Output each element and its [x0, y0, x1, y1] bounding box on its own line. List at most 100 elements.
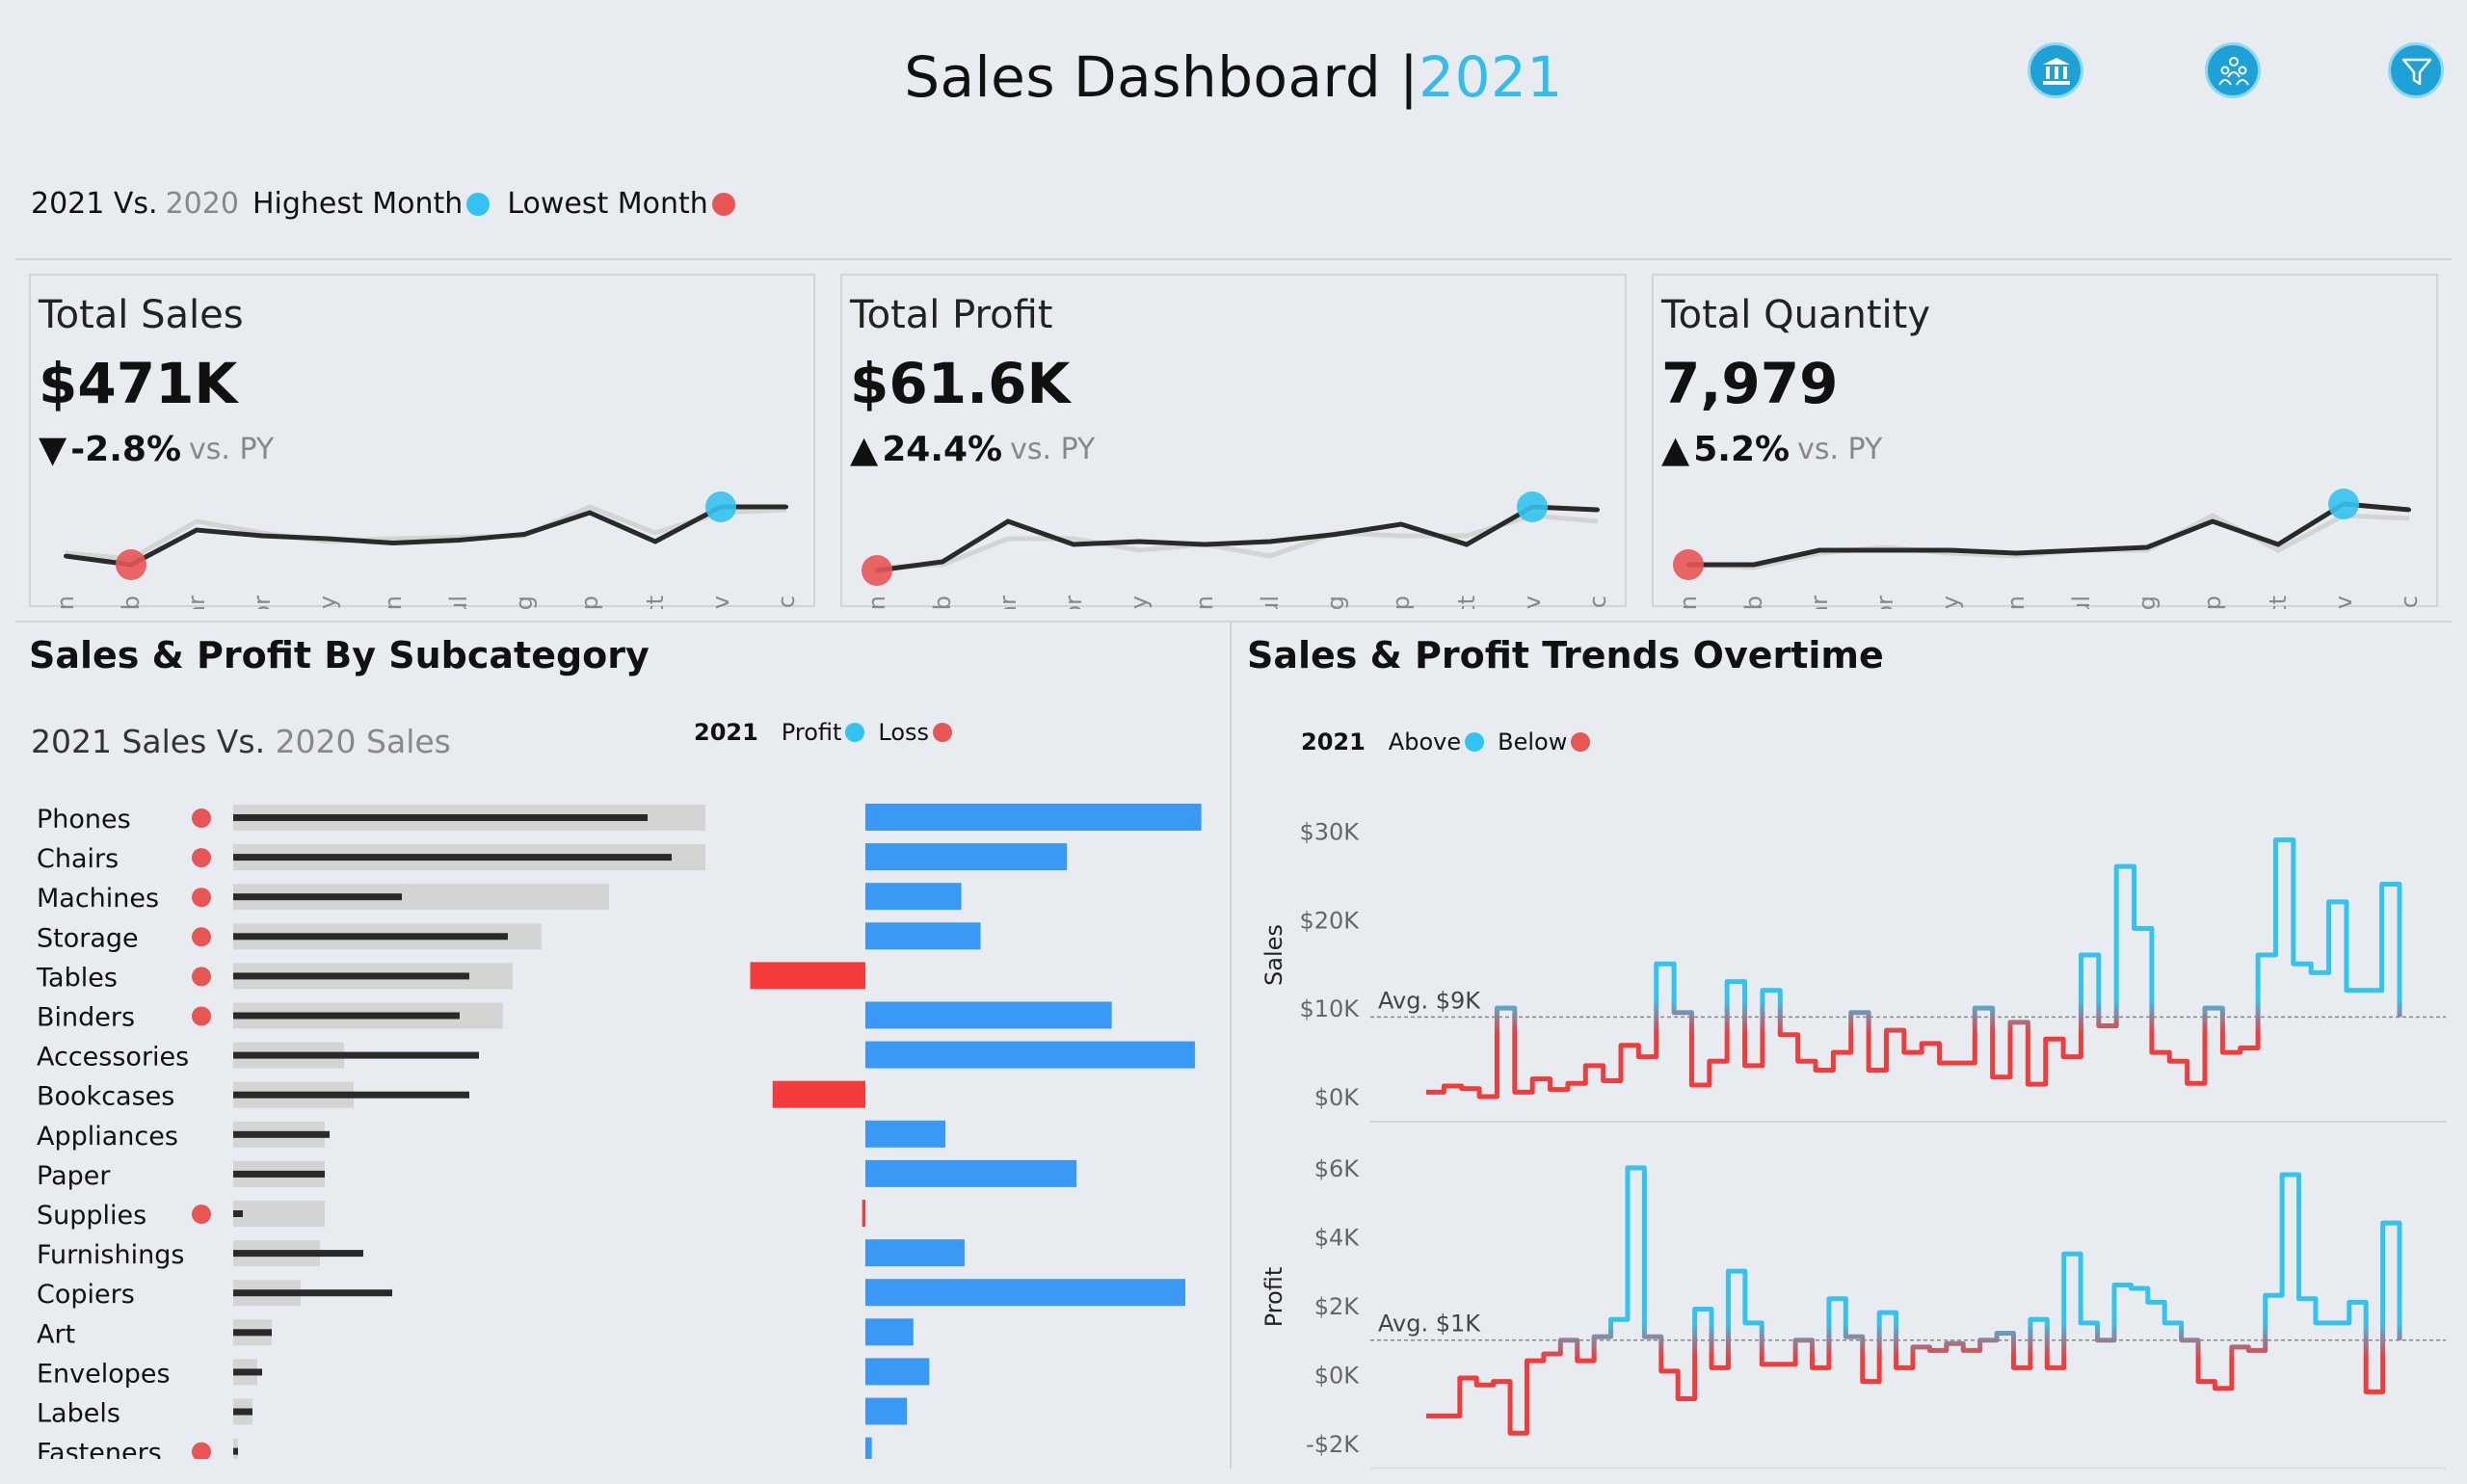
sales-2021-bar — [233, 1170, 325, 1178]
y-tick-label: -$2K — [1306, 1431, 1360, 1458]
month-tick-label: Nov — [707, 596, 734, 609]
subcategory-subtitle: 2021 Sales Vs. 2020 Sales — [31, 723, 451, 760]
people-icon[interactable] — [2205, 42, 2261, 98]
month-tick-label: Aug — [1322, 596, 1349, 609]
y-tick-label: $0K — [1314, 1084, 1361, 1111]
current-year-line — [876, 504, 1599, 573]
profit-bar — [865, 1318, 914, 1346]
month-tick-label: May — [1937, 596, 1964, 609]
filter-icon[interactable] — [2388, 42, 2444, 98]
month-tick-label: Jun — [1191, 596, 1218, 609]
kpi-change-vs: vs. PY — [1797, 432, 1883, 466]
below-2020-marker — [192, 808, 211, 828]
sales-2021-bar — [233, 854, 672, 861]
subtitle-previous: 2020 Sales — [275, 723, 451, 760]
highest-month-marker — [2328, 489, 2359, 519]
y-tick-label: $2K — [1314, 1293, 1361, 1320]
legend-profit: Profit — [781, 719, 842, 746]
month-tick-label: Mar — [183, 596, 210, 609]
subcategory-label: Paper — [37, 1161, 111, 1191]
profit-bar — [865, 1358, 930, 1386]
kpi-card-sales: Total Sales $471K ▼-2.8%vs. PY Jan Feb Mar… — [29, 274, 815, 609]
legend-year: 2021 — [694, 719, 758, 746]
profit-bar — [865, 804, 1202, 831]
data-point — [1949, 548, 1952, 552]
profit-bar — [865, 1437, 872, 1459]
month-tick-label: Jun — [2003, 596, 2029, 609]
y-tick-label: $30K — [1299, 818, 1360, 845]
data-point — [1817, 548, 1821, 552]
sales-sparkline: Jan Feb Mar Apr May Jun Jul Aug Sep Oct Nov Dec — [52, 491, 800, 609]
month-tick-label: Aug — [2134, 596, 2161, 609]
sales-2021-bar — [233, 1091, 469, 1099]
kpi-card-quantity: Total Quantity 7,979 ▲5.2%vs. PY Jan Feb M… — [1652, 274, 2438, 609]
data-point — [941, 560, 944, 564]
month-tick-label: Oct — [1453, 596, 1480, 609]
sales-2020-bar — [233, 1201, 325, 1227]
data-point — [2145, 545, 2149, 549]
loss-bar — [862, 1200, 865, 1227]
month-tick-label: Jul — [2068, 596, 2095, 609]
kpi-change-arrow: ▲ — [850, 428, 879, 470]
legend-previous-year: 2020 — [165, 187, 239, 221]
page-title: Sales Dashboard |2021 — [15, 44, 2452, 110]
kpi-change-vs: vs. PY — [1010, 432, 1096, 466]
sales-2021-bar — [233, 814, 648, 821]
subcategory-label: Machines — [37, 884, 159, 914]
current-year-line — [1688, 501, 2410, 568]
profit-bar — [865, 1239, 965, 1267]
kpi-change-arrow: ▼ — [39, 428, 67, 470]
kpi-row: Total Sales $471K ▼-2.8%vs. PY JanFebMar… — [15, 258, 2452, 623]
dashboard-header: Sales Dashboard |2021 2021 Vs. 2020 High… — [15, 15, 2452, 258]
data-point — [653, 540, 657, 543]
month-tick-label: Sep — [2199, 596, 2226, 609]
sales-2021-bar — [233, 972, 469, 980]
legend-loss: Loss — [878, 719, 930, 746]
above-below-legend: 2021 Above Below — [1301, 729, 1604, 755]
above-marker — [1465, 732, 1485, 752]
subtitle-current: 2021 Sales Vs. — [31, 723, 266, 760]
profit-bar — [865, 1279, 1185, 1307]
y-tick-label: $10K — [1299, 995, 1360, 1022]
subcategory-label: Phones — [37, 805, 131, 835]
lowest-month-marker — [1673, 549, 1704, 580]
profit-trend-line — [1426, 1165, 2402, 1436]
y-tick-label: $6K — [1314, 1155, 1361, 1182]
below-2020-marker — [192, 1205, 211, 1224]
sales-2021-bar — [233, 1130, 330, 1138]
sales-2021-bar — [233, 1210, 243, 1217]
data-point — [2276, 543, 2280, 546]
subcategory-label: Art — [37, 1319, 75, 1349]
y-axis-label: Profit — [1260, 1267, 1287, 1328]
profit-bar — [865, 1001, 1112, 1029]
profit-bar — [865, 883, 962, 911]
kpi-change: ▼ -2.8% vs. PY — [39, 428, 274, 470]
kpi-label: Total Quantity — [1661, 293, 1930, 337]
data-point — [784, 505, 788, 509]
data-point — [1072, 543, 1075, 546]
lowest-month-marker — [711, 192, 735, 216]
kpi-card-profit: Total Profit $61.6K ▲24.4%vs. PY Jan Feb M… — [840, 274, 1627, 609]
kpi-change: ▲ 5.2% vs. PY — [1661, 428, 1882, 470]
month-tick-label: Dec — [773, 596, 800, 609]
bank-icon[interactable] — [2028, 42, 2083, 98]
kpi-change-vs: vs. PY — [189, 432, 275, 466]
trends-panel: Sales & Profit Trends Overtime 2021 Abov… — [1234, 623, 2452, 1469]
data-point — [457, 538, 461, 543]
profit-bar — [865, 922, 981, 950]
quantity-sparkline: Jan Feb Mar Apr May Jun Jul Aug Sep Oct Nov Dec — [1673, 489, 2423, 609]
sales-2021-bar — [233, 1051, 479, 1059]
profit-bar — [865, 1159, 1077, 1187]
profit-bar — [865, 1120, 945, 1148]
below-2020-marker — [192, 1006, 211, 1026]
data-point — [1268, 540, 1272, 543]
month-tick-label: Apr — [1871, 596, 1898, 609]
data-point — [1137, 540, 1141, 543]
lowest-month-marker — [862, 555, 892, 586]
legend-above: Above — [1388, 729, 1462, 755]
subcategory-chart: Phones Chairs Machines Storage Tables Binders… — [36, 804, 1202, 1459]
subcategory-label: Envelopes — [37, 1359, 171, 1389]
subcategory-label: Tables — [36, 963, 118, 993]
month-tick-label: Mar — [1806, 596, 1833, 609]
below-2020-marker — [192, 967, 211, 987]
